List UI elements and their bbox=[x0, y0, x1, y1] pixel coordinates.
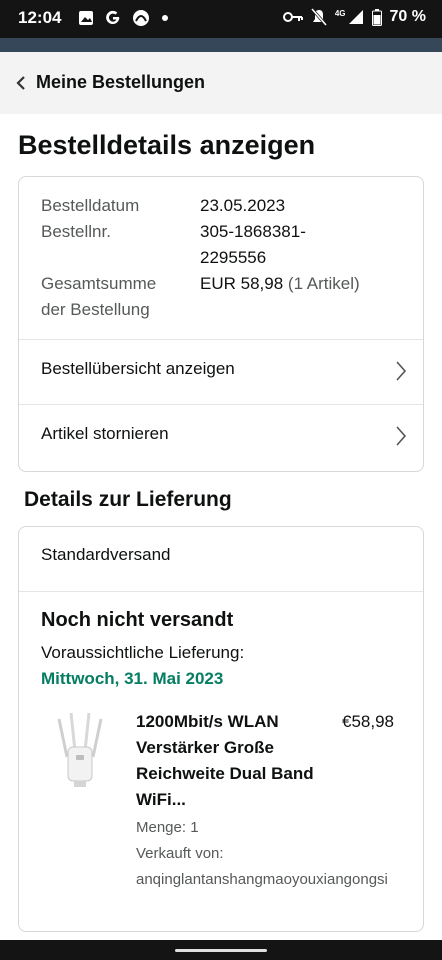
chevron-left-icon[interactable] bbox=[14, 74, 28, 92]
product-image[interactable] bbox=[49, 711, 111, 791]
back-link-label[interactable]: Meine Bestellungen bbox=[36, 72, 205, 93]
delivery-section-title: Details zur Lieferung bbox=[24, 488, 232, 511]
battery-level: 70 % bbox=[389, 8, 426, 25]
page-title: Bestelldetails anzeigen bbox=[18, 130, 316, 160]
network-type: 4G bbox=[334, 8, 346, 18]
order-number-label: Bestellnr. bbox=[41, 222, 111, 241]
expected-delivery-label: Voraussichtliche Lieferung: bbox=[41, 643, 245, 662]
chevron-right-icon[interactable] bbox=[395, 425, 407, 447]
view-order-summary-label[interactable]: Bestellübersicht anzeigen bbox=[41, 359, 235, 379]
view-order-summary-link[interactable]: Bestellübersicht anzeigen bbox=[19, 340, 423, 404]
mute-icon bbox=[310, 8, 327, 26]
app-icon bbox=[133, 10, 149, 26]
vpn-key-icon bbox=[282, 12, 303, 22]
order-date-label: Bestelldatum bbox=[41, 196, 140, 215]
accent-band bbox=[0, 38, 442, 52]
expected-delivery-date: Mittwoch, 31. Mai 2023 bbox=[41, 669, 224, 688]
google-icon bbox=[106, 10, 120, 25]
divider bbox=[19, 591, 423, 592]
cancel-items-label[interactable]: Artikel stornieren bbox=[41, 424, 169, 444]
seller-label: Verkauft von: bbox=[136, 845, 224, 862]
order-number-value-line2: 2295556 bbox=[200, 248, 267, 267]
home-gesture-pill[interactable] bbox=[175, 949, 267, 952]
order-total-label-line2: der Bestellung bbox=[41, 300, 150, 319]
product-price: €58,98 bbox=[342, 712, 394, 731]
order-summary-card: Bestelldatum 23.05.2023 Bestellnr. 305-1… bbox=[18, 176, 424, 472]
main-content: Bestelldetails anzeigen Bestelldatum 23.… bbox=[0, 114, 442, 940]
system-icons: 4G 70 % bbox=[282, 8, 426, 26]
delivery-card: Standardversand Noch nicht versandt Vora… bbox=[18, 526, 424, 932]
product-title[interactable]: 1200Mbit/s WLAN Verstärker Große Reichwe… bbox=[136, 709, 326, 813]
status-time: 12:04 bbox=[18, 8, 62, 27]
notification-icons bbox=[78, 9, 170, 27]
dot-icon bbox=[162, 15, 168, 21]
seller-name: anqinglantanshangmaoyouxiangongsi bbox=[136, 871, 388, 888]
order-number-value-line1: 305-1868381- bbox=[200, 222, 306, 241]
signal-icon bbox=[348, 10, 363, 24]
order-date-value: 23.05.2023 bbox=[200, 196, 286, 215]
shipment-status: Noch nicht versandt bbox=[41, 609, 234, 631]
status-bar: 12:04 4G 70 % bbox=[0, 0, 442, 38]
system-navigation-bar bbox=[0, 940, 442, 960]
order-total-items: (1 Artikel) bbox=[287, 274, 360, 293]
product-quantity: Menge: 1 bbox=[136, 819, 199, 836]
order-total-label-line1: Gesamtsumme bbox=[41, 274, 157, 293]
chevron-right-icon[interactable] bbox=[395, 360, 407, 382]
shipping-method: Standardversand bbox=[41, 545, 171, 564]
image-icon bbox=[79, 11, 93, 25]
order-total-amount: EUR 58,98 bbox=[200, 274, 284, 293]
order-total-value: EUR 58,98 (1 Artikel) bbox=[200, 271, 360, 297]
cancel-items-link[interactable]: Artikel stornieren bbox=[19, 405, 423, 469]
battery-icon bbox=[371, 8, 382, 26]
back-navigation[interactable]: Meine Bestellungen bbox=[0, 52, 442, 115]
